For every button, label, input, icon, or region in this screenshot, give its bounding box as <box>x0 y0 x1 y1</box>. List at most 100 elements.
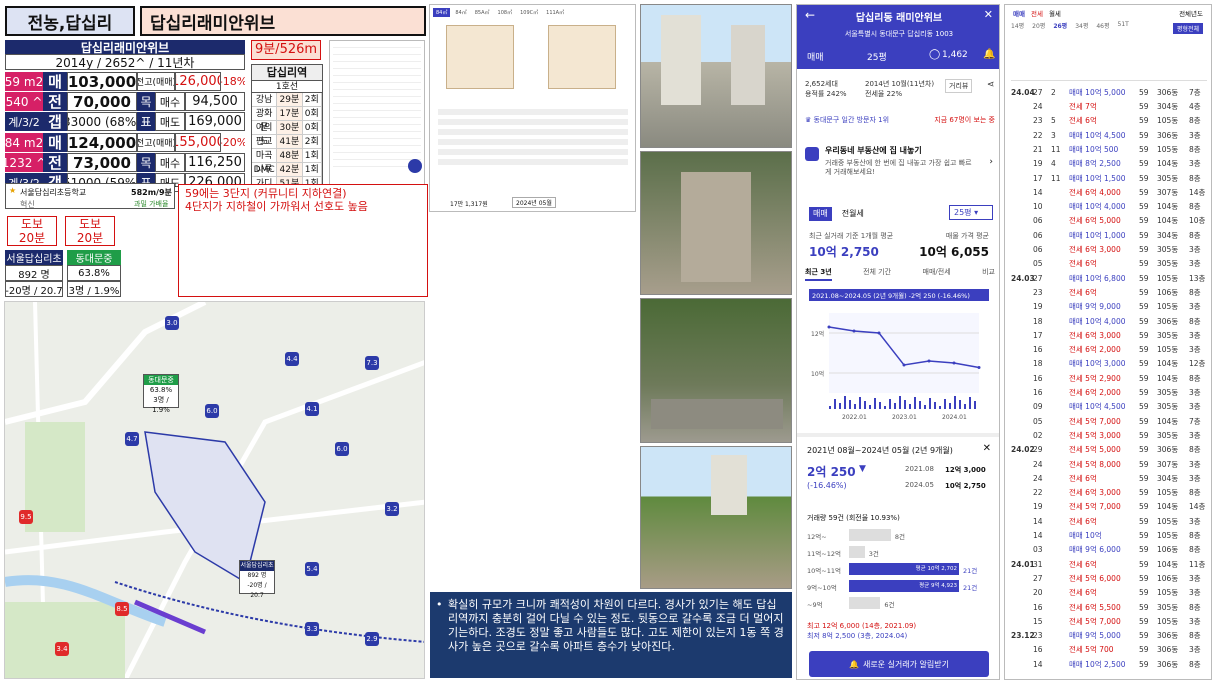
list-tab-jeonse[interactable]: 전세 <box>1031 8 1043 18</box>
trade-row[interactable]: 17 전세 6억 3,000 59 305동 3층 <box>1011 328 1207 343</box>
map-pin-red[interactable]: 3.4 <box>55 642 69 656</box>
price-point[interactable] <box>877 331 881 335</box>
trade-row[interactable]: 22 전세 6억 3,000 59 105동 8층 <box>1011 485 1207 500</box>
street-view-button[interactable]: 거리뷰 <box>945 79 973 93</box>
floorplan-tab[interactable]: 84㎡ <box>433 8 451 17</box>
price-chart[interactable]: 12억 10억 2022.01 2023.01 2024.01 <box>809 303 989 423</box>
map[interactable]: 3.0 4.4 7.3 4.1 6.0 4.7 6.0 3.2 5.4 3.3 … <box>4 301 425 679</box>
trade-row[interactable]: 18 매매 10억 3,000 59 104동 12층 <box>1011 357 1207 372</box>
map-pin-red[interactable]: 9.5 <box>19 510 33 524</box>
size-select[interactable]: 25평 <box>867 50 887 63</box>
trade-row[interactable]: 14 매매 10억 59 105동 8층 <box>1011 528 1207 543</box>
floorplan-tab[interactable]: 111A㎡ <box>543 8 567 17</box>
map-canvas[interactable] <box>5 302 425 679</box>
trade-row[interactable]: 14 전세 6억 4,000 59 307동 14층 <box>1011 185 1207 200</box>
year-filter[interactable]: 전체년도 <box>1179 8 1203 18</box>
trade-row[interactable]: 16 전세 6억 2,000 59 305동 3층 <box>1011 385 1207 400</box>
size-tab[interactable]: 14평 <box>1011 21 1024 39</box>
chart-tab[interactable]: 최근 3년 <box>805 267 832 281</box>
trade-row[interactable]: 05 전세 5억 7,000 59 104동 7층 <box>1011 414 1207 429</box>
comment-icon[interactable]: ◯ <box>929 49 940 60</box>
promo-card[interactable]: 우리동네 부동산에 집 내놓기 거래중 부동산에 한 번에 집 내놓고 가장 쉽… <box>805 143 995 191</box>
trade-row[interactable]: 17 11 매매 10억 1,500 59 305동 8층 <box>1011 171 1207 186</box>
trade-row[interactable]: 24.01 31 전세 6억 59 104동 11층 <box>1011 557 1207 572</box>
map-pin[interactable]: 6.0 <box>205 404 219 418</box>
list-tab-trade[interactable]: 매매 <box>1013 8 1025 18</box>
trade-row[interactable]: 16 전세 5억 700 59 306동 3층 <box>1011 643 1207 658</box>
price-point[interactable] <box>902 363 906 367</box>
seg-rent[interactable]: 전월세 <box>838 207 868 221</box>
trade-row[interactable]: 06 전세 6억 3,000 59 305동 3층 <box>1011 242 1207 257</box>
trade-row[interactable]: 27 전세 5억 6,000 59 106동 3층 <box>1011 571 1207 586</box>
trade-row[interactable]: 14 전세 6억 59 105동 3층 <box>1011 514 1207 529</box>
trade-row[interactable]: 18 매매 10억 4,000 59 306동 8층 <box>1011 314 1207 329</box>
map-pin[interactable]: 6.0 <box>335 442 349 456</box>
trade-row[interactable]: 24 전세 7억 59 304동 4층 <box>1011 99 1207 114</box>
trade-row[interactable]: 24.04 27 2 매매 10억 5,000 59 306동 7층 <box>1011 85 1207 100</box>
chart-tabs[interactable]: 최근 3년 전체 기간 매매/전세 비교 <box>805 267 995 281</box>
trade-row[interactable]: 05 전세 6억 59 305동 3층 <box>1011 257 1207 272</box>
floorplan-tab[interactable]: 84㎡ <box>452 8 469 17</box>
map-pin-red[interactable]: 8.5 <box>115 602 129 616</box>
map-pin[interactable]: 3.3 <box>305 622 319 636</box>
trade-row[interactable]: 21 11 매매 10억 500 59 105동 8층 <box>1011 142 1207 157</box>
trade-row[interactable]: 09 매매 10억 4,500 59 305동 3층 <box>1011 400 1207 415</box>
trade-row[interactable]: 06 전세 6억 5,000 59 104동 10층 <box>1011 214 1207 229</box>
trade-type-toggle[interactable]: 매매 전월세 <box>809 207 879 221</box>
price-point[interactable] <box>952 361 956 365</box>
map-pin[interactable]: 2.9 <box>365 632 379 646</box>
trade-row[interactable]: 24 전세 6억 59 304동 3층 <box>1011 471 1207 486</box>
price-point[interactable] <box>977 366 981 369</box>
size-tab[interactable]: 20평 <box>1032 21 1045 39</box>
trade-row[interactable]: 16 전세 6억 2,000 59 105동 3층 <box>1011 342 1207 357</box>
map-pin[interactable]: 7.3 <box>365 356 379 370</box>
trade-row[interactable]: 19 매매 9억 9,000 59 105동 3층 <box>1011 300 1207 315</box>
price-point[interactable] <box>852 329 856 333</box>
trade-row[interactable]: 16 전세 5억 2,900 59 104동 8층 <box>1011 371 1207 386</box>
size-tab[interactable]: 34평 <box>1075 21 1088 39</box>
trade-row[interactable]: 10 매매 10억 4,000 59 104동 8층 <box>1011 199 1207 214</box>
trade-row[interactable]: 23 5 전세 6억 59 105동 8층 <box>1011 114 1207 129</box>
seg-trade[interactable]: 매매 <box>809 207 832 221</box>
floorplan-date-button[interactable]: 2024년 05월 <box>512 197 556 208</box>
share-icon[interactable]: ⋖ <box>987 80 995 90</box>
map-pin[interactable]: 4.7 <box>125 432 139 446</box>
chart-tab[interactable]: 매매/전세 <box>923 267 951 281</box>
chart-tab[interactable]: 비교 <box>982 267 995 281</box>
price-point[interactable] <box>827 325 831 329</box>
trade-row[interactable]: 03 매매 9억 6,000 59 106동 8층 <box>1011 543 1207 558</box>
size-tab[interactable]: 26평 <box>1053 21 1067 39</box>
map-pin[interactable]: 4.4 <box>285 352 299 366</box>
trade-row[interactable]: 19 4 매매 8억 2,500 59 104동 3층 <box>1011 157 1207 172</box>
trade-row[interactable]: 24.02 29 전세 5억 5,000 59 306동 8층 <box>1011 443 1207 458</box>
price-point[interactable] <box>927 359 931 363</box>
map-pin[interactable]: 5.4 <box>305 562 319 576</box>
trade-row[interactable]: 23.12 23 매매 9억 5,000 59 306동 8층 <box>1011 628 1207 643</box>
size-all-button[interactable]: 평형전체 <box>1172 23 1203 34</box>
map-pin[interactable]: 3.2 <box>385 502 399 516</box>
list-tabs[interactable]: 매매 전세 월세 <box>1013 8 1061 18</box>
trade-row[interactable]: 20 전세 6억 59 105동 3층 <box>1011 586 1207 601</box>
map-pin[interactable]: 3.0 <box>165 316 179 330</box>
floorplan-tab[interactable]: 109C㎡ <box>517 8 541 17</box>
rank-bar[interactable]: ♛ 동대문구 일간 방문자 1위 지금 67명이 보는 중 <box>805 115 995 129</box>
floorplan-tab[interactable]: 85A㎡ <box>472 8 493 17</box>
trade-row[interactable]: 14 매매 10억 2,500 59 306동 8층 <box>1011 657 1207 672</box>
chart-tab[interactable]: 전체 기간 <box>863 267 891 281</box>
map-pin[interactable]: 4.1 <box>305 402 319 416</box>
trade-row[interactable]: 24.03 27 매매 10억 6,800 59 105동 13층 <box>1011 271 1207 286</box>
alert-button[interactable]: 🔔 새로운 실거래가 알림받기 <box>809 651 989 677</box>
trade-row[interactable]: 06 매매 10억 1,000 59 304동 8층 <box>1011 228 1207 243</box>
trade-row[interactable]: 19 전세 5억 7,000 59 104동 14층 <box>1011 500 1207 515</box>
trade-row[interactable]: 23 전세 6억 59 106동 8층 <box>1011 285 1207 300</box>
close-summary-icon[interactable]: ✕ <box>983 443 991 454</box>
trade-row[interactable]: 22 3 매매 10억 4,500 59 306동 3층 <box>1011 128 1207 143</box>
size-dropdown[interactable]: 25평 ▾ <box>949 205 993 220</box>
trade-row[interactable]: 15 전세 5억 7,000 59 105동 3층 <box>1011 614 1207 629</box>
bell-icon[interactable]: 🔔 <box>983 49 995 60</box>
list-tab-rent[interactable]: 월세 <box>1049 8 1061 18</box>
trade-row[interactable]: 02 전세 5억 3,000 59 305동 3층 <box>1011 428 1207 443</box>
tab-trade[interactable]: 매매 <box>807 50 824 63</box>
trade-row[interactable]: 24 전세 5억 8,000 59 307동 3층 <box>1011 457 1207 472</box>
size-tab[interactable]: 46평 <box>1096 21 1109 39</box>
